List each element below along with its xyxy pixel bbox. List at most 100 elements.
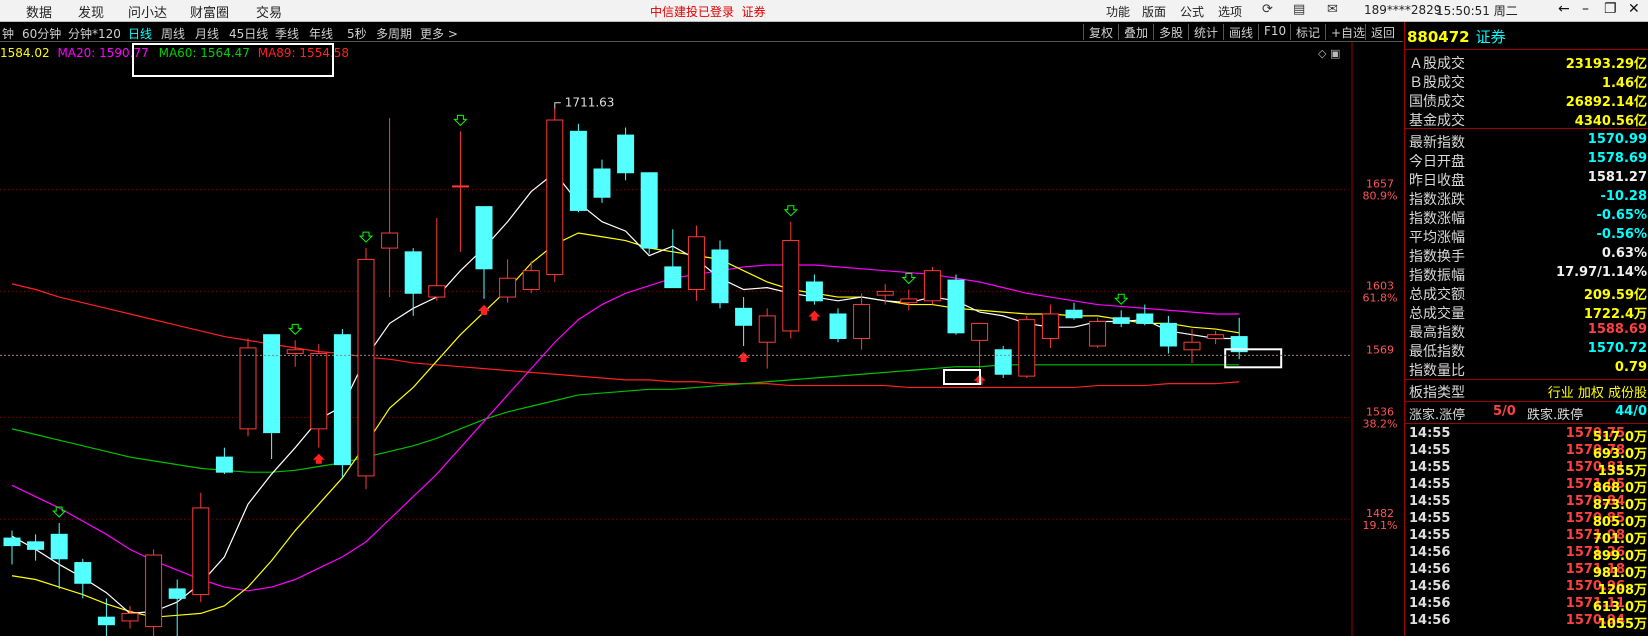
sell-signal-arrow — [1113, 293, 1129, 305]
menu-data[interactable]: 数据 — [26, 2, 52, 21]
stat-value: 1570.99 — [1587, 132, 1647, 147]
period-45day[interactable]: 45日线 — [229, 25, 268, 42]
index-stat-row: 昨日收盘 1581.27 — [1405, 169, 1648, 189]
menu-formula[interactable]: 公式 — [1180, 3, 1204, 20]
market-stat-row: 国债成交 26892.14亿 — [1405, 90, 1648, 110]
stat-label: 今日开盘 — [1409, 154, 1465, 170]
candle-body — [27, 541, 45, 550]
clock: 15:50:51 周二 — [1436, 4, 1518, 18]
stat-label: 国债成交 — [1409, 94, 1465, 110]
menu-discover[interactable]: 发现 — [78, 2, 104, 21]
btn-statistics[interactable]: 统计 — [1188, 24, 1218, 40]
tick-time: 14:55 — [1409, 443, 1451, 458]
btn-adjust[interactable]: 复权 — [1083, 24, 1113, 40]
menu-wealth-circle[interactable]: 财富圈 — [190, 2, 229, 21]
stat-label: 指数换手 — [1409, 249, 1465, 265]
stat-value: 26892.14亿 — [1565, 95, 1647, 110]
board-type-value[interactable]: 行业 加权 成份股 — [1548, 382, 1647, 401]
period-min[interactable]: 钟 — [2, 25, 14, 42]
candle-body — [829, 313, 847, 339]
candle-body — [947, 279, 965, 334]
period-120min[interactable]: 分钟*120 — [68, 25, 121, 42]
period-quarterly[interactable]: 季线 — [275, 25, 299, 42]
tick-time: 14:55 — [1409, 528, 1451, 543]
divider — [1405, 401, 1648, 402]
buy-signal-arrow — [478, 304, 490, 315]
period-more[interactable]: 更多 > — [420, 25, 458, 42]
candlestick-chart[interactable]: 165780.9%160361.8%1569153638.2%148219.1%… — [0, 42, 1403, 636]
mail-icon[interactable]: ✉ — [1327, 2, 1338, 17]
candle-body — [310, 353, 328, 430]
candle-body — [50, 533, 68, 560]
calculator-icon[interactable]: ▤ — [1293, 2, 1305, 17]
candle-body — [286, 349, 304, 355]
tick-time: 14:56 — [1409, 562, 1451, 577]
period-5sec[interactable]: 5秒 — [347, 25, 367, 42]
period-weekly[interactable]: 周线 — [161, 25, 185, 42]
stat-label: Ｂ股成交 — [1409, 75, 1465, 91]
back-arrow-icon[interactable]: ← — [1558, 1, 1570, 17]
period-60min[interactable]: 60分钟 — [22, 25, 61, 42]
menu-layout[interactable]: 版面 — [1142, 3, 1166, 20]
candle-body — [758, 315, 776, 343]
tick-time: 14:55 — [1409, 494, 1451, 509]
index-stat-row: 指数涨幅 -0.65% — [1405, 207, 1648, 227]
stat-value: 1722.4万 — [1583, 307, 1647, 322]
menu-trade[interactable]: 交易 — [256, 2, 282, 21]
buy-signal-arrow — [737, 352, 750, 362]
price-axis-pct: 38.2% — [1363, 418, 1398, 431]
top-menu-bar: 数据 发现 问小达 财富圈 交易 中信建投已登录 证券 功能 版面 公式 选项 … — [0, 0, 1648, 22]
minimize-icon[interactable]: – — [1582, 1, 1589, 17]
tick-time: 14:55 — [1409, 511, 1451, 526]
price-axis-pct: 80.9% — [1363, 190, 1398, 203]
period-daily[interactable]: 日线 — [128, 25, 152, 42]
btn-back[interactable]: 返回 — [1365, 24, 1395, 40]
close-icon[interactable]: ✕ — [1628, 1, 1640, 17]
index-code: 880472 — [1407, 28, 1470, 46]
index-stat-row: 最高指数 1588.69 — [1405, 321, 1648, 341]
btn-overlay[interactable]: 叠加 — [1118, 24, 1148, 40]
stat-value: -10.28 — [1600, 189, 1647, 204]
buy-signal-arrow — [312, 453, 325, 464]
stat-label: 总成交额 — [1409, 287, 1465, 303]
stat-value: 0.79 — [1614, 360, 1647, 375]
candle-body — [900, 298, 918, 304]
highlight-box — [943, 369, 981, 386]
period-multi[interactable]: 多周期 — [376, 25, 412, 42]
refresh-icon[interactable]: ⟳ — [1262, 2, 1273, 17]
market-stat-row: Ｂ股成交 1.46亿 — [1405, 71, 1648, 91]
tick-time: 14:55 — [1409, 460, 1451, 475]
stat-value: 17.97/1.14% — [1556, 265, 1647, 280]
candle-body — [782, 240, 800, 332]
restore-icon[interactable]: ❐ — [1604, 1, 1617, 17]
period-monthly[interactable]: 月线 — [195, 25, 219, 42]
candle-body — [546, 119, 564, 275]
menu-wenxiaoda[interactable]: 问小达 — [128, 2, 167, 21]
candle-body — [1065, 309, 1083, 319]
tick-volume: 1055万 — [1597, 617, 1647, 632]
btn-multi-stock[interactable]: 多股 — [1153, 24, 1183, 40]
btn-f10[interactable]: F10 — [1258, 24, 1286, 40]
btn-draw[interactable]: 画线 — [1223, 24, 1253, 40]
menu-options[interactable]: 选项 — [1218, 3, 1242, 20]
user-account[interactable]: 189****2829 — [1364, 3, 1441, 17]
board-type-row: 板指类型 行业 加权 成份股 — [1405, 381, 1648, 401]
peak-label: 1711.63 — [565, 96, 615, 110]
stat-value: 4340.56亿 — [1574, 114, 1647, 129]
stat-label: 最低指数 — [1409, 344, 1465, 360]
menu-function[interactable]: 功能 — [1106, 3, 1130, 20]
sell-signal-arrow — [453, 114, 468, 127]
btn-mark[interactable]: 标记 — [1290, 24, 1320, 40]
index-stat-row: 总成交额 209.59亿 — [1405, 283, 1648, 303]
tick-time: 14:56 — [1409, 545, 1451, 560]
divider — [1405, 379, 1648, 380]
period-yearly[interactable]: 年线 — [309, 25, 333, 42]
candle-body — [1112, 317, 1130, 324]
chart-settings-icon[interactable]: ◇ ▣ — [1318, 47, 1340, 60]
login-broker-link[interactable]: 证券 — [742, 5, 766, 19]
btn-add-watchlist[interactable]: +自选 — [1325, 24, 1365, 40]
index-stat-row: 指数振幅 17.97/1.14% — [1405, 264, 1648, 284]
buy-signal-arrow — [808, 310, 821, 321]
candle-body — [97, 616, 115, 626]
login-status[interactable]: 中信建投已登录 证券 — [650, 3, 766, 20]
